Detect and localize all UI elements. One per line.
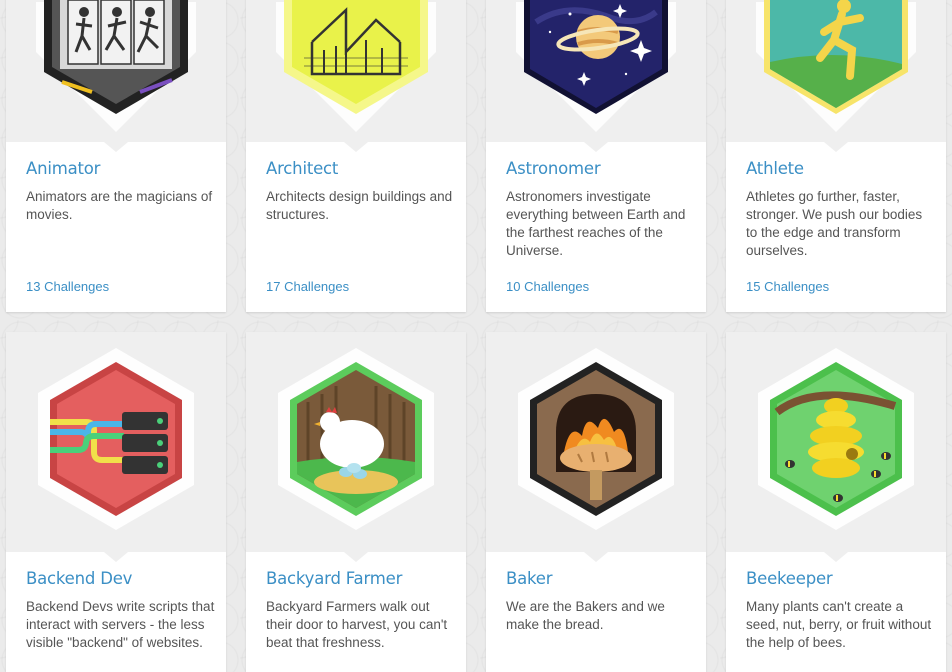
badge-area xyxy=(726,0,946,152)
skill-card-backyard-farmer[interactable]: Backyard Farmer Backyard Farmers walk ou… xyxy=(246,332,466,672)
backend-dev-badge-icon xyxy=(38,348,194,530)
card-title[interactable]: Beekeeper xyxy=(746,569,833,588)
card-title[interactable]: Baker xyxy=(506,569,553,588)
card-title[interactable]: Backend Dev xyxy=(26,569,132,588)
skill-card-athlete[interactable]: Athlete Athletes go further, faster, str… xyxy=(726,0,946,312)
skill-card-baker[interactable]: Baker We are the Bakers and we make the … xyxy=(486,332,706,672)
card-title[interactable]: Architect xyxy=(266,159,338,178)
challenges-link[interactable]: 13 Challenges xyxy=(26,279,109,294)
skill-card-animator[interactable]: Animator Animators are the magicians of … xyxy=(6,0,226,312)
challenges-link[interactable]: 17 Challenges xyxy=(266,279,349,294)
badge-area xyxy=(726,332,946,562)
card-description: Backend Devs write scripts that interact… xyxy=(26,599,215,650)
badge-area xyxy=(486,0,706,152)
card-title[interactable]: Astronomer xyxy=(506,159,601,178)
card-description: Animators are the magicians of movies. xyxy=(26,189,213,222)
card-description: We are the Bakers and we make the bread. xyxy=(506,599,665,632)
card-description: Many plants can't create a seed, nut, be… xyxy=(746,599,932,650)
backyard-farmer-badge-icon xyxy=(278,348,434,530)
animator-badge-icon xyxy=(36,0,196,132)
skill-card-architect[interactable]: Architect Architects design buildings an… xyxy=(246,0,466,312)
architect-badge-icon xyxy=(276,0,436,132)
beekeeper-badge-icon xyxy=(758,348,914,530)
baker-badge-icon xyxy=(518,348,674,530)
skill-card-backend-dev[interactable]: Backend Dev Backend Devs write scripts t… xyxy=(6,332,226,672)
card-title[interactable]: Backyard Farmer xyxy=(266,569,402,588)
card-description: Backyard Farmers walk out their door to … xyxy=(266,599,448,650)
card-description: Athletes go further, faster, stronger. W… xyxy=(746,189,923,258)
badge-area xyxy=(6,332,226,562)
badge-area xyxy=(486,332,706,562)
card-title[interactable]: Animator xyxy=(26,159,100,178)
card-description: Astronomers investigate everything betwe… xyxy=(506,189,686,258)
card-title[interactable]: Athlete xyxy=(746,159,804,178)
astronomer-badge-icon xyxy=(516,0,676,132)
skill-card-astronomer[interactable]: Astronomer Astronomers investigate every… xyxy=(486,0,706,312)
skill-card-beekeeper[interactable]: Beekeeper Many plants can't create a see… xyxy=(726,332,946,672)
badge-area xyxy=(246,332,466,562)
athlete-badge-icon xyxy=(756,0,916,132)
card-description: Architects design buildings and structur… xyxy=(266,189,453,222)
badge-area xyxy=(6,0,226,152)
challenges-link[interactable]: 15 Challenges xyxy=(746,279,829,294)
challenges-link[interactable]: 10 Challenges xyxy=(506,279,589,294)
badge-area xyxy=(246,0,466,152)
